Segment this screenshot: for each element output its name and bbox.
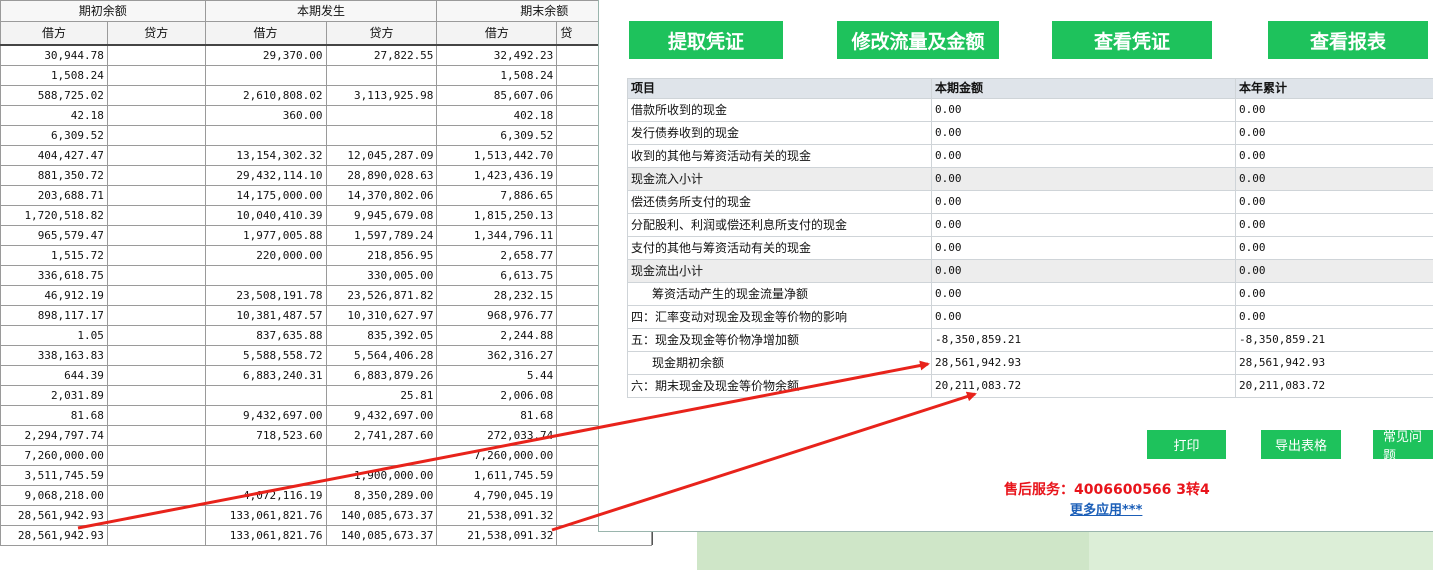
arrow-opening-balance xyxy=(77,360,930,530)
annotation-arrows xyxy=(77,360,977,532)
arrow-closing-balance xyxy=(551,391,977,532)
